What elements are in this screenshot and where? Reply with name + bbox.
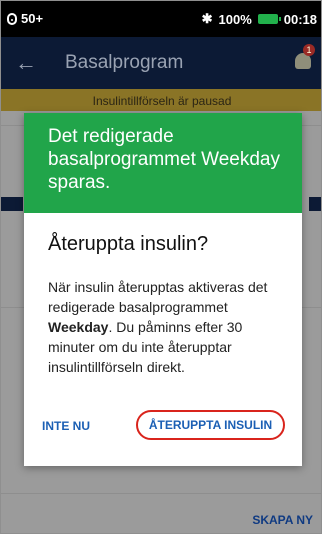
- status-left: 50+: [7, 11, 43, 26]
- dialog-title: Återuppta insulin?: [48, 233, 209, 255]
- resume-insulin-dialog: Det redigerade basalprogrammet Weekday s…: [24, 113, 302, 466]
- pod-level: 50+: [21, 11, 44, 26]
- notification-badge: 1: [303, 44, 315, 56]
- pod-icon: [7, 12, 17, 25]
- status-bar: 50+ ✱ 100% 00:18: [1, 1, 321, 37]
- dialog-body: När insulin återupptas aktiveras det red…: [48, 277, 288, 377]
- page-title: Basalprogram: [65, 52, 184, 73]
- create-new-button[interactable]: SKAPA NY: [252, 513, 313, 527]
- dialog-header: Det redigerade basalprogrammet Weekday s…: [24, 113, 302, 213]
- screen: 50+ ✱ 100% 00:18 ← Basalprogram 1 Insuli…: [0, 0, 322, 534]
- chart-edge-left: [1, 197, 23, 211]
- app-bar: ← Basalprogram 1: [1, 37, 321, 89]
- paused-banner: Insulintillförseln är pausad: [1, 89, 321, 111]
- divider: [1, 493, 321, 494]
- saved-message: Det redigerade basalprogrammet Weekday s…: [48, 126, 280, 193]
- program-name: Weekday: [48, 319, 109, 335]
- bluetooth-icon: ✱: [201, 11, 213, 26]
- chart-edge-right: [309, 197, 321, 211]
- body-text-start: När insulin återupptas aktiveras det red…: [48, 279, 268, 315]
- arrow-left-icon[interactable]: ←: [15, 50, 37, 76]
- battery-icon: [257, 14, 281, 24]
- resume-insulin-button[interactable]: ÅTERUPPTA INSULIN: [136, 410, 285, 440]
- status-right: ✱ 100% 00:18: [202, 11, 317, 27]
- not-now-button[interactable]: INTE NU: [42, 419, 90, 433]
- battery-percent: 100%: [218, 11, 252, 27]
- clock: 00:18: [283, 11, 317, 27]
